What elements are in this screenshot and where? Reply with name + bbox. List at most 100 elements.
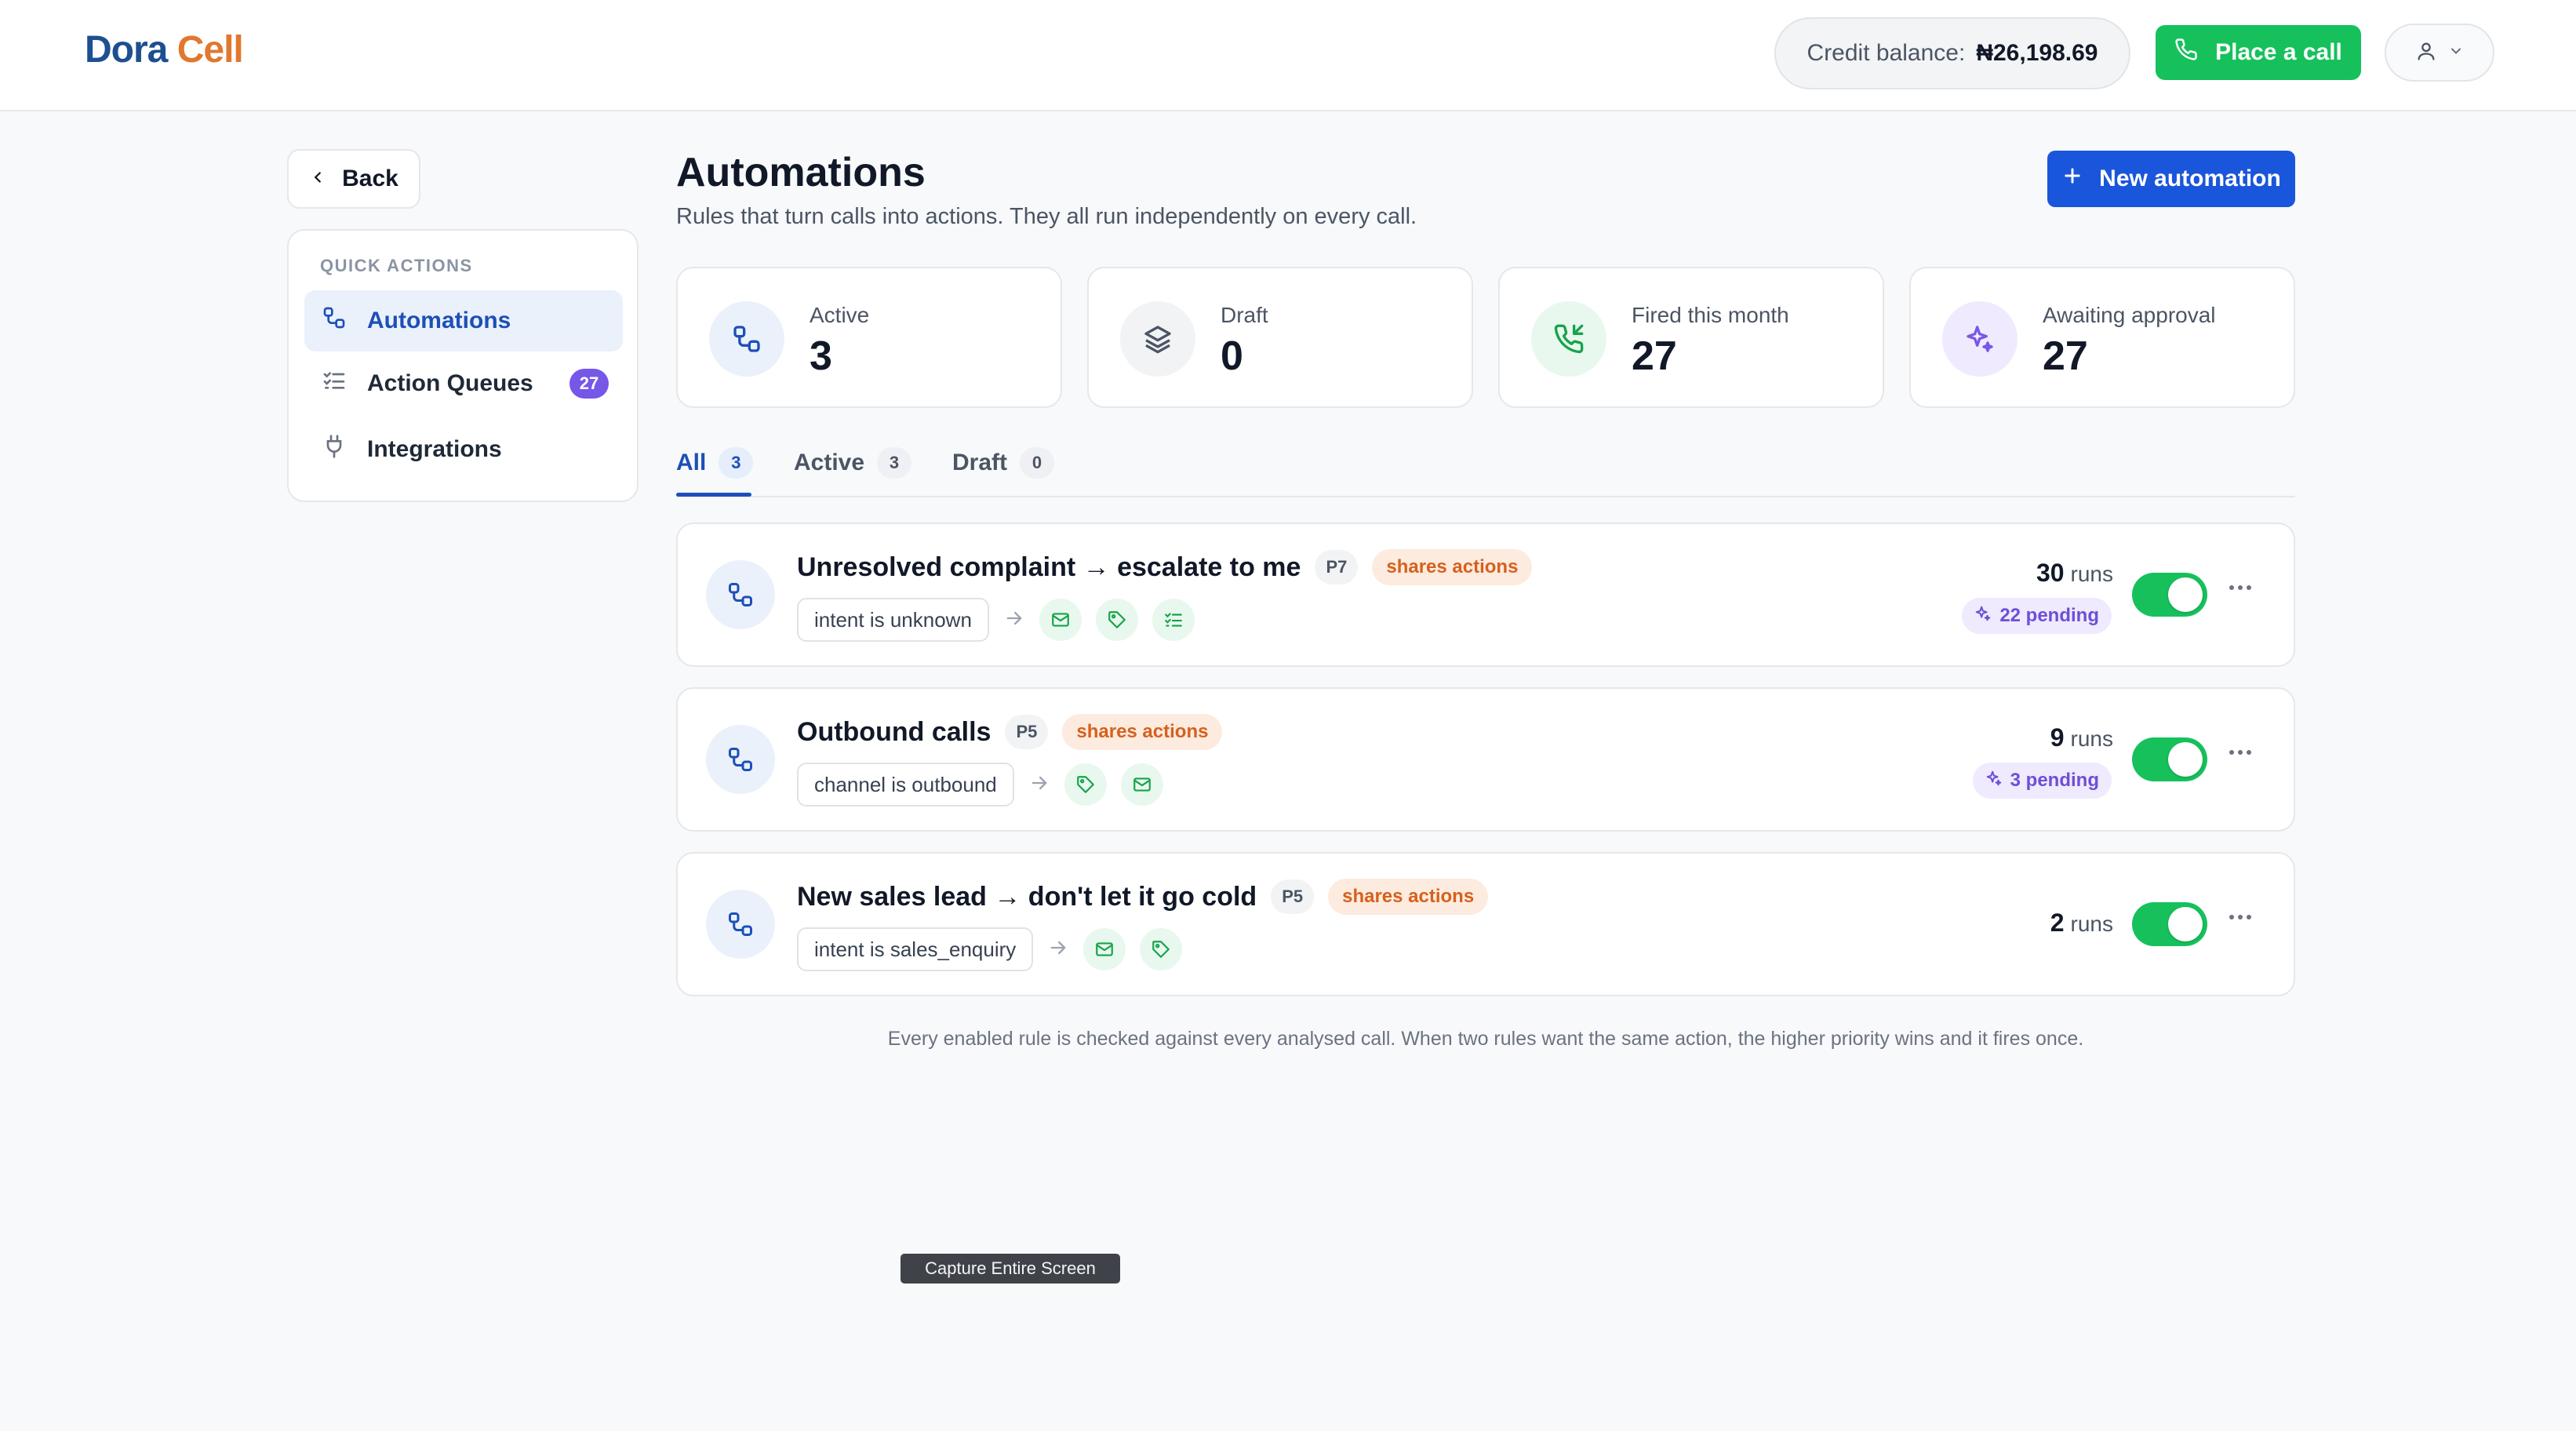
automation-icon [709, 301, 784, 377]
rule-enabled-toggle[interactable] [2132, 573, 2207, 617]
mail-icon [1083, 928, 1126, 970]
rule-name[interactable]: Unresolved complaint → escalate to me [797, 552, 1301, 583]
stat-card-draft: Draft 0 [1087, 267, 1473, 408]
back-button[interactable]: Back [287, 149, 420, 209]
pending-badge: 3 pending [1972, 763, 2112, 799]
logo[interactable]: Dora Cell [85, 28, 244, 71]
run-count-value: 2 [2050, 908, 2065, 937]
stat-label: Awaiting approval [2043, 303, 2216, 327]
more-options-icon[interactable] [2229, 915, 2251, 919]
stat-label: Fired this month [1632, 303, 1789, 327]
run-count: 30 runs [2036, 559, 2113, 588]
priority-badge: P7 [1315, 550, 1359, 584]
user-icon [2415, 40, 2437, 66]
tab-count: 3 [877, 447, 912, 479]
shares-actions-badge: shares actions [1062, 714, 1223, 750]
tab-active[interactable]: Active 3 [794, 442, 912, 483]
queue-count-badge: 27 [569, 369, 609, 399]
chevron-down-icon [2448, 43, 2464, 63]
sparkles-icon [1985, 770, 2003, 792]
tag-icon [1095, 599, 1138, 641]
stat-value: 27 [2043, 333, 2088, 379]
arrow-right-icon [1003, 607, 1025, 633]
condition-chip: intent is sales_enquiry [797, 927, 1034, 971]
tab-label: Active [794, 450, 865, 475]
sidebar-item-automations[interactable]: Automations [304, 290, 623, 351]
automation-icon [706, 890, 775, 959]
place-call-button[interactable]: Place a call [2156, 25, 2361, 80]
back-label: Back [342, 166, 398, 191]
layers-icon [1120, 301, 1195, 377]
sidebar-item-label: Integrations [367, 436, 502, 462]
logo-part-2: Cell [176, 29, 244, 71]
rule-enabled-toggle[interactable] [2132, 737, 2207, 781]
stat-label: Draft [1221, 303, 1268, 327]
condition-chip: intent is unknown [797, 598, 989, 642]
footnote: Every enabled rule is checked against ev… [887, 1028, 2084, 1050]
pending-badge: 22 pending [1962, 598, 2112, 634]
shares-actions-badge: shares actions [1372, 549, 1533, 585]
filter-tabs: All 3 Active 3 Draft 0 [676, 431, 2295, 497]
rule-title-row: Outbound calls P5 shares actions [797, 714, 1223, 750]
rule-title-row: Unresolved complaint → escalate to me P7… [797, 549, 1533, 585]
new-automation-button[interactable]: New automation [2047, 151, 2295, 207]
pending-label: 3 pending [2010, 770, 2099, 791]
stat-card-active: Active 3 [676, 267, 1062, 408]
rule-title-row: New sales lead → don't let it go cold P5… [797, 879, 1489, 915]
tab-label: Draft [952, 450, 1008, 475]
rule-condition-row: channel is outbound [797, 763, 1163, 807]
more-options-icon[interactable] [2229, 585, 2251, 590]
sidebar-item-action-queues[interactable]: Action Queues 27 [304, 353, 623, 414]
phone-icon [2174, 38, 2198, 67]
run-count-value: 30 [2036, 559, 2065, 587]
run-count-unit: runs [2070, 562, 2113, 586]
automation-icon [322, 305, 347, 337]
toggle-knob [2168, 907, 2203, 941]
stat-card-awaiting-approval: Awaiting approval 27 [1909, 267, 2295, 408]
arrow-right-icon [1028, 772, 1050, 798]
pending-label: 22 pending [1999, 605, 2099, 626]
run-count-value: 9 [2050, 723, 2065, 752]
tab-all[interactable]: All 3 [676, 442, 754, 483]
plug-icon [322, 434, 347, 465]
rule-name[interactable]: New sales lead → don't let it go cold [797, 882, 1257, 912]
profile-menu[interactable] [2385, 24, 2494, 82]
automation-rule-card[interactable]: New sales lead → don't let it go cold P5… [676, 852, 2295, 996]
page-subtitle: Rules that turn calls into actions. They… [676, 204, 1417, 229]
page-title: Automations [676, 150, 926, 195]
stat-card-fired-this-month: Fired this month 27 [1498, 267, 1884, 408]
credit-label: Credit balance: [1806, 40, 1966, 66]
automation-icon [706, 560, 775, 629]
logo-part-1: Dora [85, 29, 168, 71]
tab-draft[interactable]: Draft 0 [952, 442, 1055, 483]
priority-badge: P5 [1271, 879, 1315, 914]
rule-condition-row: intent is sales_enquiry [797, 927, 1183, 971]
quick-actions-sidebar: QUICK ACTIONS Automations Action Queues … [287, 229, 639, 502]
toggle-knob [2168, 742, 2203, 777]
sidebar-item-label: Automations [367, 308, 511, 333]
top-bar: Dora Cell Credit balance: ₦26,198.69 Pla… [0, 0, 2576, 111]
toggle-knob [2168, 577, 2203, 612]
more-options-icon[interactable] [2229, 750, 2251, 755]
credit-balance: Credit balance: ₦26,198.69 [1774, 17, 2130, 89]
tag-icon [1064, 763, 1107, 806]
sparkles-icon [1974, 605, 1992, 628]
stat-value: 0 [1221, 333, 1243, 379]
rule-name[interactable]: Outbound calls [797, 717, 991, 748]
phone-incoming-icon [1531, 301, 1606, 377]
automation-rule-card[interactable]: Unresolved complaint → escalate to me P7… [676, 523, 2295, 667]
rule-enabled-toggle[interactable] [2132, 902, 2207, 946]
chevron-left-icon [309, 166, 326, 192]
shares-actions-badge: shares actions [1328, 879, 1489, 915]
stat-value: 27 [1632, 333, 1677, 379]
new-automation-label: New automation [2099, 166, 2281, 191]
tab-label: All [676, 450, 707, 475]
sidebar-item-integrations[interactable]: Integrations [304, 419, 623, 480]
automation-rule-card[interactable]: Outbound calls P5 shares actions channel… [676, 687, 2295, 832]
checklist-icon [322, 368, 347, 399]
checklist-icon [1152, 599, 1195, 641]
tab-count: 0 [1020, 447, 1055, 479]
automation-icon [706, 725, 775, 794]
arrow-right-icon [1047, 937, 1069, 963]
credit-value: ₦26,198.69 [1976, 40, 2098, 66]
